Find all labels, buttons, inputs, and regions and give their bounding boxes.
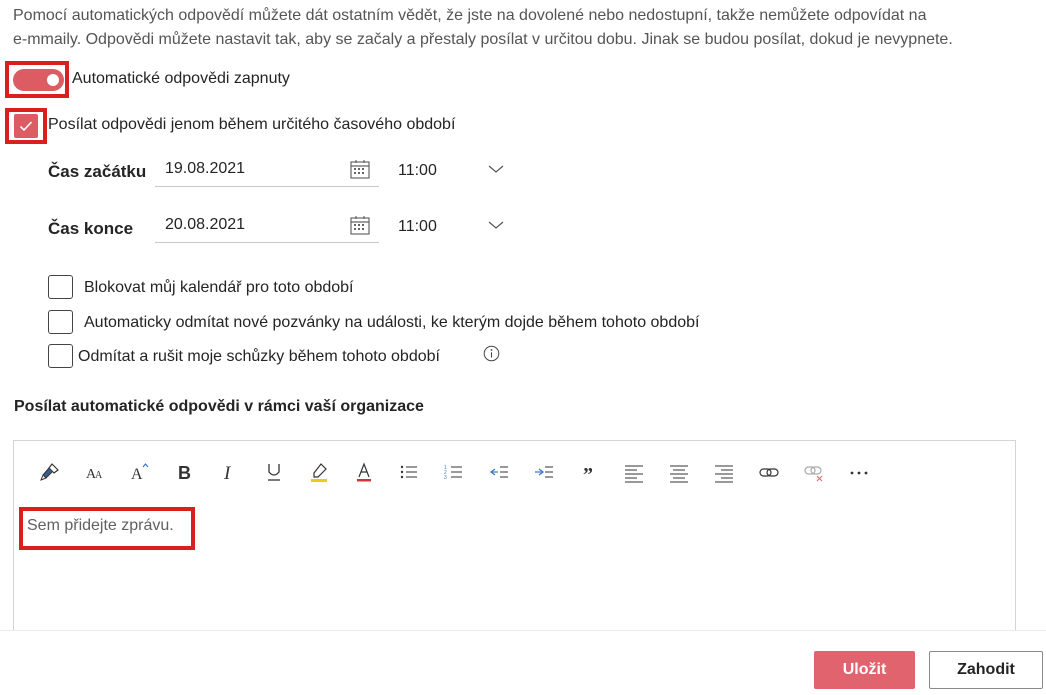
block-calendar-label: Blokovat můj kalendář pro toto období <box>84 279 354 296</box>
quote-icon[interactable]: ” <box>574 459 604 485</box>
end-time-value[interactable]: 11:00 <box>398 218 437 236</box>
remove-link-icon <box>799 459 829 485</box>
decline-invites-checkbox[interactable] <box>48 310 73 334</box>
intro-line-2: e-mmaily. Odpovědi můžete nastavit tak, … <box>13 31 953 48</box>
start-date-field[interactable]: 19.08.2021 <box>155 155 379 187</box>
discard-button[interactable]: Zahodit <box>929 651 1043 689</box>
message-placeholder[interactable]: Sem přidejte zprávu. <box>27 517 174 535</box>
chevron-down-icon[interactable] <box>487 163 505 175</box>
underline-icon[interactable] <box>259 459 289 485</box>
cancel-meetings-checkbox[interactable] <box>48 344 73 368</box>
start-time-value[interactable]: 11:00 <box>398 162 437 180</box>
auto-reply-label: Automatické odpovědi zapnuty <box>72 70 290 87</box>
font-size-icon[interactable]: AA <box>80 459 110 485</box>
intro-line-1: Pomocí automatických odpovědí můžete dát… <box>13 7 927 24</box>
info-icon[interactable] <box>483 345 500 362</box>
chevron-down-icon[interactable] <box>487 219 505 231</box>
save-button[interactable]: Uložit <box>814 651 915 689</box>
bullets-icon[interactable] <box>394 459 424 485</box>
increase-indent-icon[interactable] <box>529 459 559 485</box>
numbering-icon[interactable]: 123 <box>439 459 469 485</box>
align-center-icon[interactable] <box>664 459 694 485</box>
time-period-checkbox[interactable] <box>14 114 38 138</box>
start-date-value: 19.08.2021 <box>165 160 246 177</box>
svg-text:A: A <box>95 470 103 481</box>
calendar-icon[interactable] <box>349 214 371 241</box>
decline-invites-label: Automaticky odmítat nové pozvánky na udá… <box>84 314 700 331</box>
section-title: Posílat automatické odpovědi v rámci vaš… <box>14 398 424 415</box>
intro-text: Pomocí automatických odpovědí můžete dát… <box>13 4 1038 52</box>
block-calendar-checkbox[interactable] <box>48 275 73 299</box>
auto-reply-toggle[interactable] <box>13 69 64 91</box>
format-painter-icon[interactable] <box>35 459 65 485</box>
align-right-icon[interactable] <box>709 459 739 485</box>
highlight-icon[interactable] <box>304 459 334 485</box>
link-icon[interactable] <box>754 459 784 485</box>
italic-icon[interactable]: I <box>214 459 244 485</box>
svg-text:3: 3 <box>444 475 447 481</box>
grow-font-icon[interactable]: A <box>125 459 155 485</box>
end-time-label: Čas konce <box>48 219 134 238</box>
more-icon[interactable] <box>844 459 874 485</box>
end-date-value: 20.08.2021 <box>165 216 246 233</box>
checkmark-icon <box>19 121 33 132</box>
align-left-icon[interactable] <box>619 459 649 485</box>
svg-text:A: A <box>131 466 143 483</box>
start-time-label: Čas začátku <box>48 162 147 181</box>
svg-text:”: ” <box>583 464 593 483</box>
toggle-knob <box>47 74 59 86</box>
calendar-icon[interactable] <box>349 158 371 185</box>
font-color-icon[interactable] <box>349 459 379 485</box>
end-date-field[interactable]: 20.08.2021 <box>155 211 379 243</box>
bold-icon[interactable]: B <box>169 459 199 485</box>
time-period-label: Posílat odpovědi jenom během určitého ča… <box>48 116 456 133</box>
decrease-indent-icon[interactable] <box>484 459 514 485</box>
svg-text:B: B <box>178 463 191 483</box>
svg-text:I: I <box>223 463 232 483</box>
cancel-meetings-label: Odmítat a rušit moje schůzky během tohot… <box>78 348 440 365</box>
